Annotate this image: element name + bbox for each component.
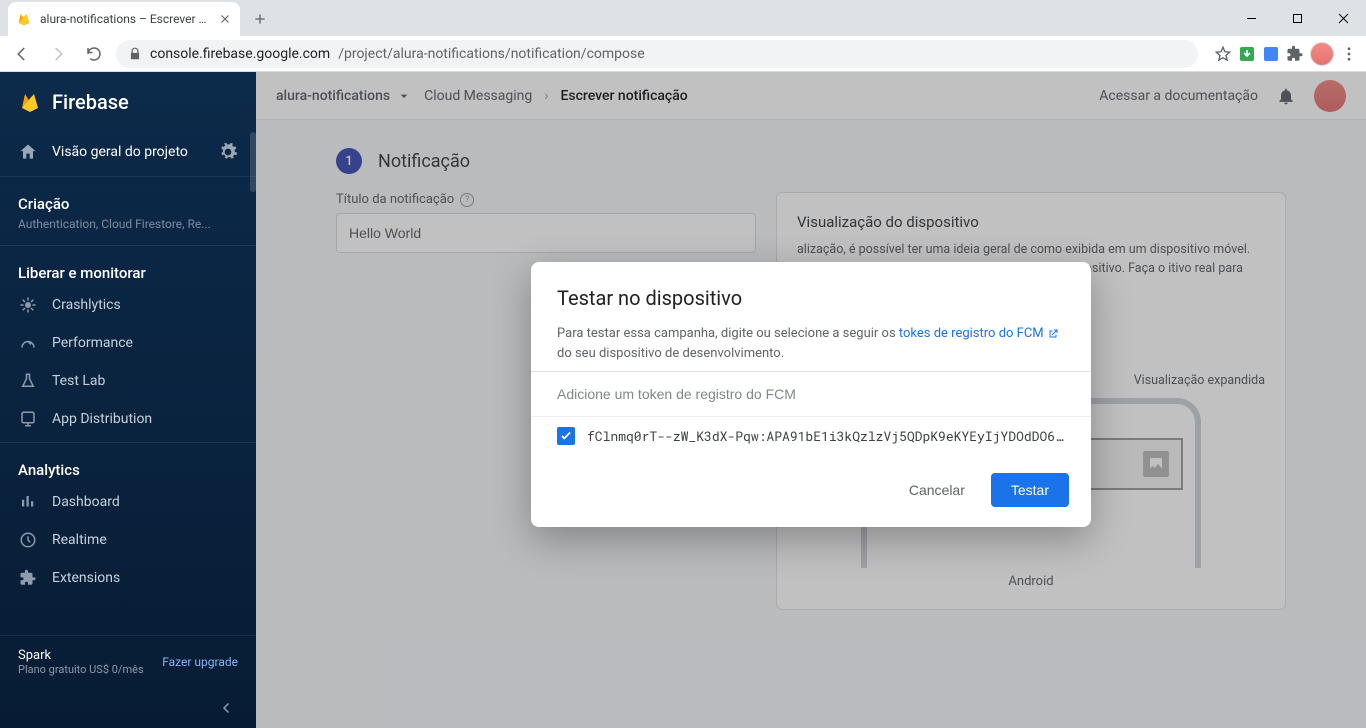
sidebar-item-extensions[interactable]: Extensions bbox=[0, 559, 256, 597]
browser-tab-title: alura-notifications – Escrever not bbox=[40, 12, 210, 26]
firebase-logo[interactable]: Firebase bbox=[0, 72, 256, 132]
plan-name: Spark bbox=[18, 648, 51, 663]
lock-icon bbox=[128, 47, 142, 61]
plan-sub: Plano gratuito US$ 0/mês bbox=[18, 663, 144, 676]
close-icon[interactable] bbox=[218, 12, 232, 26]
token-checkbox[interactable] bbox=[557, 427, 575, 445]
sidebar-section-liberar[interactable]: Liberar e monitorar bbox=[0, 250, 256, 286]
sidebar-item-label: Test Lab bbox=[52, 373, 105, 389]
extensions-icon bbox=[18, 568, 38, 588]
firebase-favicon-icon bbox=[16, 11, 32, 27]
extensions-puzzle-icon[interactable] bbox=[1286, 45, 1304, 63]
main-content: alura-notifications Cloud Messaging › Es… bbox=[256, 72, 1366, 728]
extension-box-icon[interactable] bbox=[1262, 45, 1280, 63]
sidebar-item-label: Performance bbox=[52, 335, 133, 351]
browser-tab[interactable]: alura-notifications – Escrever not bbox=[8, 2, 240, 36]
performance-icon bbox=[18, 333, 38, 353]
sidebar-divider bbox=[0, 176, 256, 177]
brand-label: Firebase bbox=[52, 90, 129, 114]
browser-tab-strip: alura-notifications – Escrever not bbox=[0, 0, 1366, 36]
sidebar-divider bbox=[0, 442, 256, 443]
browser-menu-icon[interactable] bbox=[1340, 45, 1358, 63]
testlab-icon bbox=[18, 371, 38, 391]
sidebar-item-label: Crashlytics bbox=[52, 297, 121, 313]
sidebar-item-performance[interactable]: Performance bbox=[0, 324, 256, 362]
fcm-token-input[interactable] bbox=[557, 380, 1065, 408]
omnibox[interactable]: console.firebase.google.com/project/alur… bbox=[116, 40, 1198, 68]
sidebar-section-criacao[interactable]: Criação bbox=[0, 181, 256, 217]
sidebar-item-appdist[interactable]: App Distribution bbox=[0, 400, 256, 438]
window-close-button[interactable] bbox=[1320, 0, 1366, 36]
home-icon bbox=[18, 142, 38, 162]
modal-overlay[interactable]: Testar no dispositivo Para testar essa c… bbox=[256, 72, 1366, 728]
sidebar-collapse-button[interactable] bbox=[0, 688, 256, 728]
gear-icon[interactable] bbox=[218, 142, 238, 162]
url-host: console.firebase.google.com bbox=[150, 46, 330, 62]
sidebar-divider bbox=[0, 245, 256, 246]
sidebar-criacao-sub: Authentication, Cloud Firestore, Re... bbox=[0, 217, 256, 241]
new-tab-button[interactable] bbox=[246, 5, 274, 33]
sidebar-item-testlab[interactable]: Test Lab bbox=[0, 362, 256, 400]
appdist-icon bbox=[18, 409, 38, 429]
sidebar-section-analytics[interactable]: Analytics bbox=[0, 447, 256, 483]
forward-button[interactable] bbox=[44, 40, 72, 68]
test-on-device-modal: Testar no dispositivo Para testar essa c… bbox=[531, 262, 1091, 527]
back-button[interactable] bbox=[8, 40, 36, 68]
browser-actions bbox=[1214, 42, 1358, 66]
browser-address-bar: console.firebase.google.com/project/alur… bbox=[0, 36, 1366, 72]
plan-info: Spark Plano gratuito US$ 0/mês bbox=[18, 648, 144, 676]
reload-button[interactable] bbox=[80, 40, 108, 68]
window-minimize-button[interactable] bbox=[1228, 0, 1274, 36]
fcm-tokens-link[interactable]: tokes de registro do FCM bbox=[899, 324, 1059, 344]
sidebar-item-realtime[interactable]: Realtime bbox=[0, 521, 256, 559]
sidebar: Firebase Visão geral do projeto Criação … bbox=[0, 72, 256, 728]
url-path: /project/alura-notifications/notificatio… bbox=[338, 46, 644, 62]
cancel-button[interactable]: Cancelar bbox=[899, 473, 975, 507]
sidebar-footer: Spark Plano gratuito US$ 0/mês Fazer upg… bbox=[0, 635, 256, 688]
realtime-icon bbox=[18, 530, 38, 550]
sidebar-item-label: Realtime bbox=[52, 532, 107, 548]
token-row[interactable]: fClnmq0rT--zW_K3dX-Pqw:APA91bE1i3kQzlzVj… bbox=[531, 416, 1091, 455]
sidebar-item-overview[interactable]: Visão geral do projeto bbox=[0, 132, 256, 172]
sidebar-item-label: Dashboard bbox=[52, 494, 120, 510]
browser-profile-avatar[interactable] bbox=[1310, 42, 1334, 66]
modal-description: Para testar essa campanha, digite ou sel… bbox=[557, 324, 1065, 363]
external-link-icon bbox=[1047, 328, 1059, 340]
token-value: fClnmq0rT--zW_K3dX-Pqw:APA91bE1i3kQzlzVj… bbox=[587, 427, 1065, 445]
sidebar-item-label: Extensions bbox=[52, 570, 120, 586]
extension-download-icon[interactable] bbox=[1238, 45, 1256, 63]
sidebar-overview-label: Visão geral do projeto bbox=[52, 144, 188, 160]
star-icon[interactable] bbox=[1214, 45, 1232, 63]
test-button[interactable]: Testar bbox=[991, 473, 1069, 507]
sidebar-item-crashlytics[interactable]: Crashlytics bbox=[0, 286, 256, 324]
window-controls bbox=[1228, 0, 1366, 36]
firebase-icon bbox=[18, 90, 42, 114]
crashlytics-icon bbox=[18, 295, 38, 315]
upgrade-link[interactable]: Fazer upgrade bbox=[162, 655, 238, 669]
window-maximize-button[interactable] bbox=[1274, 0, 1320, 36]
modal-title: Testar no dispositivo bbox=[557, 286, 1065, 310]
sidebar-item-label: App Distribution bbox=[52, 411, 152, 427]
sidebar-item-dashboard[interactable]: Dashboard bbox=[0, 483, 256, 521]
dashboard-icon bbox=[18, 492, 38, 512]
